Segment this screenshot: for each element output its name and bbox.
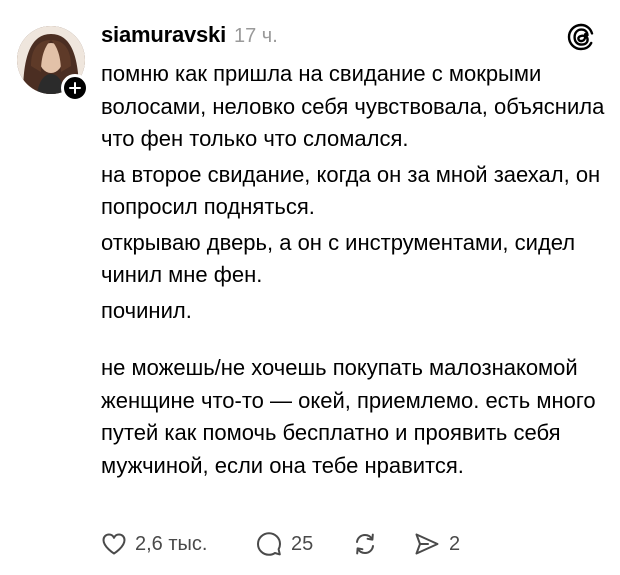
like-count: 2,6 тыс.: [135, 532, 208, 555]
post-header: siamuravski 17 ч.: [101, 22, 278, 52]
share-count: 2: [449, 532, 461, 555]
follow-button[interactable]: [61, 74, 89, 102]
post-paragraph: на второе свидание, когда он за мной зае…: [101, 161, 601, 220]
repost-icon: [356, 533, 374, 555]
action-bar: 2,6 тыс. 25 2: [101, 528, 460, 560]
heart-icon: [102, 533, 126, 555]
post-paragraph: помню как пришла на свидание с мокрыми в…: [101, 61, 605, 151]
username[interactable]: siamuravski: [101, 22, 226, 48]
post-body: помню как пришла на свидание с мокрыми в…: [101, 58, 611, 485]
like-button[interactable]: 2,6 тыс.: [101, 531, 255, 557]
avatar-container: [17, 26, 89, 102]
reply-count: 25: [291, 532, 314, 555]
threads-icon[interactable]: [566, 22, 596, 52]
post-paragraph: не можешь/не хочешь покупать малознакомо…: [101, 355, 596, 478]
comment-icon: [257, 532, 281, 556]
send-icon: [415, 533, 439, 555]
post-paragraph: открываю дверь, а он с инструментами, си…: [101, 229, 576, 288]
share-button[interactable]: 2: [413, 530, 460, 558]
repost-button[interactable]: [351, 530, 413, 558]
post-paragraph: починил.: [101, 297, 192, 323]
reply-button[interactable]: 25: [255, 530, 351, 558]
plus-icon: [69, 82, 81, 94]
post-time: 17 ч.: [234, 25, 278, 47]
